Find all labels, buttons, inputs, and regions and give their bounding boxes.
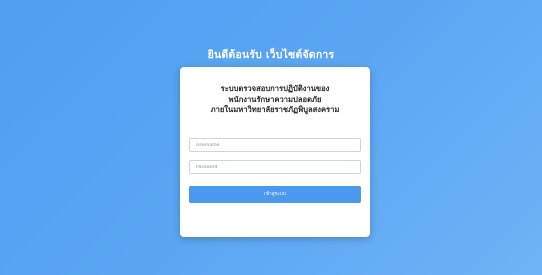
system-title-line-1: ระบบตรวจสอบการปฏิบัติงานของ bbox=[220, 84, 330, 93]
system-title: ระบบตรวจสอบการปฏิบัติงานของ พนักงานรักษา… bbox=[180, 84, 370, 116]
login-card: ระบบตรวจสอบการปฏิบัติงานของ พนักงานรักษา… bbox=[180, 67, 370, 237]
password-input[interactable] bbox=[189, 160, 361, 174]
login-button[interactable]: เข้าสู่ระบบ bbox=[189, 186, 361, 203]
system-title-line-3: ภายในมหาวิทยาลัยราชภัฏพิบูลสงคราม bbox=[210, 105, 340, 114]
welcome-heading: ยินดีต้อนรับ เว็บไซต์จัดการ bbox=[207, 49, 335, 61]
system-title-line-2: พนักงานรักษาความปลอดภัย bbox=[228, 94, 322, 104]
username-input[interactable] bbox=[189, 138, 361, 152]
